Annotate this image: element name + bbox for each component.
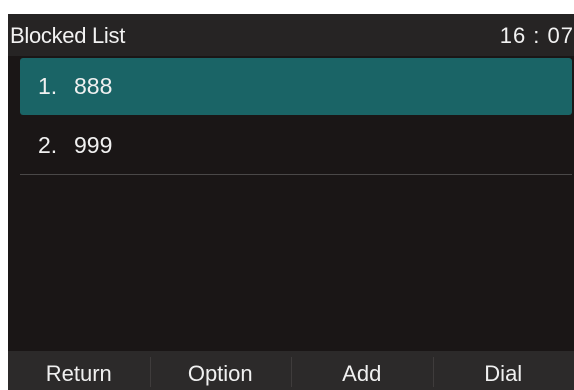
list-item[interactable]: 2. 999 xyxy=(20,117,572,175)
list-item-number: 999 xyxy=(74,132,113,158)
add-button[interactable]: Add xyxy=(291,351,433,390)
list-item-index: 1. xyxy=(38,73,58,99)
dial-button[interactable]: Dial xyxy=(432,351,574,390)
phone-screen: Blocked List 16 : 07 1. 888 2. 999 Retur… xyxy=(0,0,574,390)
softkey-bar: Return Option Add Dial xyxy=(8,351,574,390)
list-item-number: 888 xyxy=(74,73,113,99)
clock: 16 : 07 xyxy=(499,23,574,48)
return-button[interactable]: Return xyxy=(8,351,150,390)
title-bar: Blocked List 16 : 07 xyxy=(8,14,574,56)
list-item-index: 2. xyxy=(38,132,58,158)
option-button[interactable]: Option xyxy=(149,351,292,390)
display-panel: Blocked List 16 : 07 1. 888 2. 999 Retur… xyxy=(8,14,574,390)
list-item[interactable]: 1. 888 xyxy=(20,58,572,115)
blocked-list: 1. 888 2. 999 xyxy=(20,58,572,175)
page-title: Blocked List xyxy=(10,23,126,48)
